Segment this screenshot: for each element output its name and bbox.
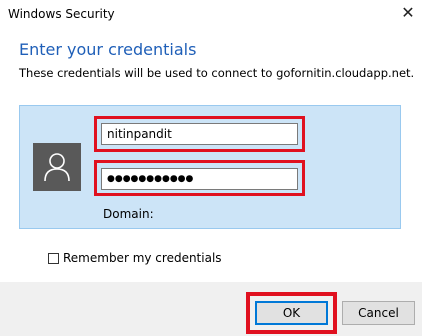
password-field[interactable]: ●●●●●●●●●●● — [101, 168, 298, 190]
domain-label: Domain: — [103, 207, 154, 221]
dialog-subtext: These credentials will be used to connec… — [19, 66, 415, 80]
user-avatar-icon — [33, 143, 81, 191]
remember-credentials[interactable]: Remember my credentials — [48, 251, 222, 265]
username-field[interactable]: nitinpandit — [101, 123, 298, 145]
dialog-heading: Enter your credentials — [19, 40, 197, 59]
remember-label: Remember my credentials — [63, 251, 222, 265]
cancel-button[interactable]: Cancel — [342, 301, 415, 325]
close-icon[interactable]: ✕ — [398, 2, 418, 24]
ok-button[interactable]: OK — [255, 301, 328, 325]
window-title: Windows Security — [8, 7, 115, 21]
remember-checkbox[interactable] — [48, 252, 59, 264]
